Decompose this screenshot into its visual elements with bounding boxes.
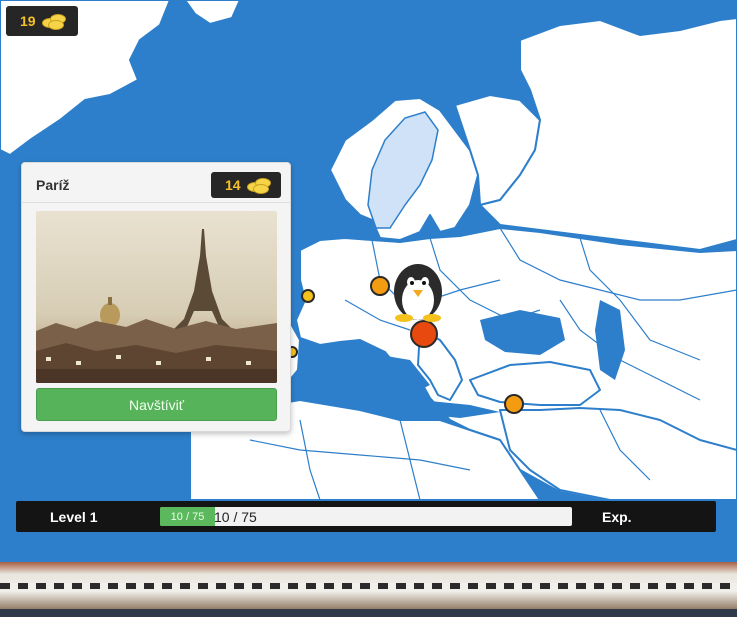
exp-progress-text: 10 / 75 xyxy=(214,509,257,525)
city-card: Paríž 14 Navštíviť xyxy=(21,162,291,432)
city-card-cost-value: 14 xyxy=(225,177,241,193)
city-card-title: Paríž xyxy=(36,177,70,193)
coin-counter: 19 xyxy=(6,6,78,36)
city-photo-paris xyxy=(36,211,277,383)
game-scene: 19 Paríž 14 Navštíviť Level 1 10 / 75 10… xyxy=(0,0,737,617)
city-marker-east[interactable] xyxy=(504,394,524,414)
level-bar: Level 1 10 / 75 10 / 75 Exp. xyxy=(16,501,716,532)
city-marker-north[interactable] xyxy=(370,276,390,296)
coins-icon xyxy=(41,12,68,30)
exp-label: Exp. xyxy=(602,509,632,525)
city-marker-current[interactable] xyxy=(410,320,438,348)
city-marker-west[interactable] xyxy=(301,289,315,303)
exp-progress-bar: 10 / 75 10 / 75 xyxy=(160,507,572,526)
city-card-header: Paríž 14 xyxy=(22,163,290,203)
level-label: Level 1 xyxy=(50,509,98,525)
coin-count: 19 xyxy=(20,13,36,29)
coins-icon xyxy=(246,176,273,194)
exp-progress-fill: 10 / 75 xyxy=(160,507,215,526)
visit-button[interactable]: Navštíviť xyxy=(36,388,277,421)
city-card-cost: 14 xyxy=(211,172,281,198)
